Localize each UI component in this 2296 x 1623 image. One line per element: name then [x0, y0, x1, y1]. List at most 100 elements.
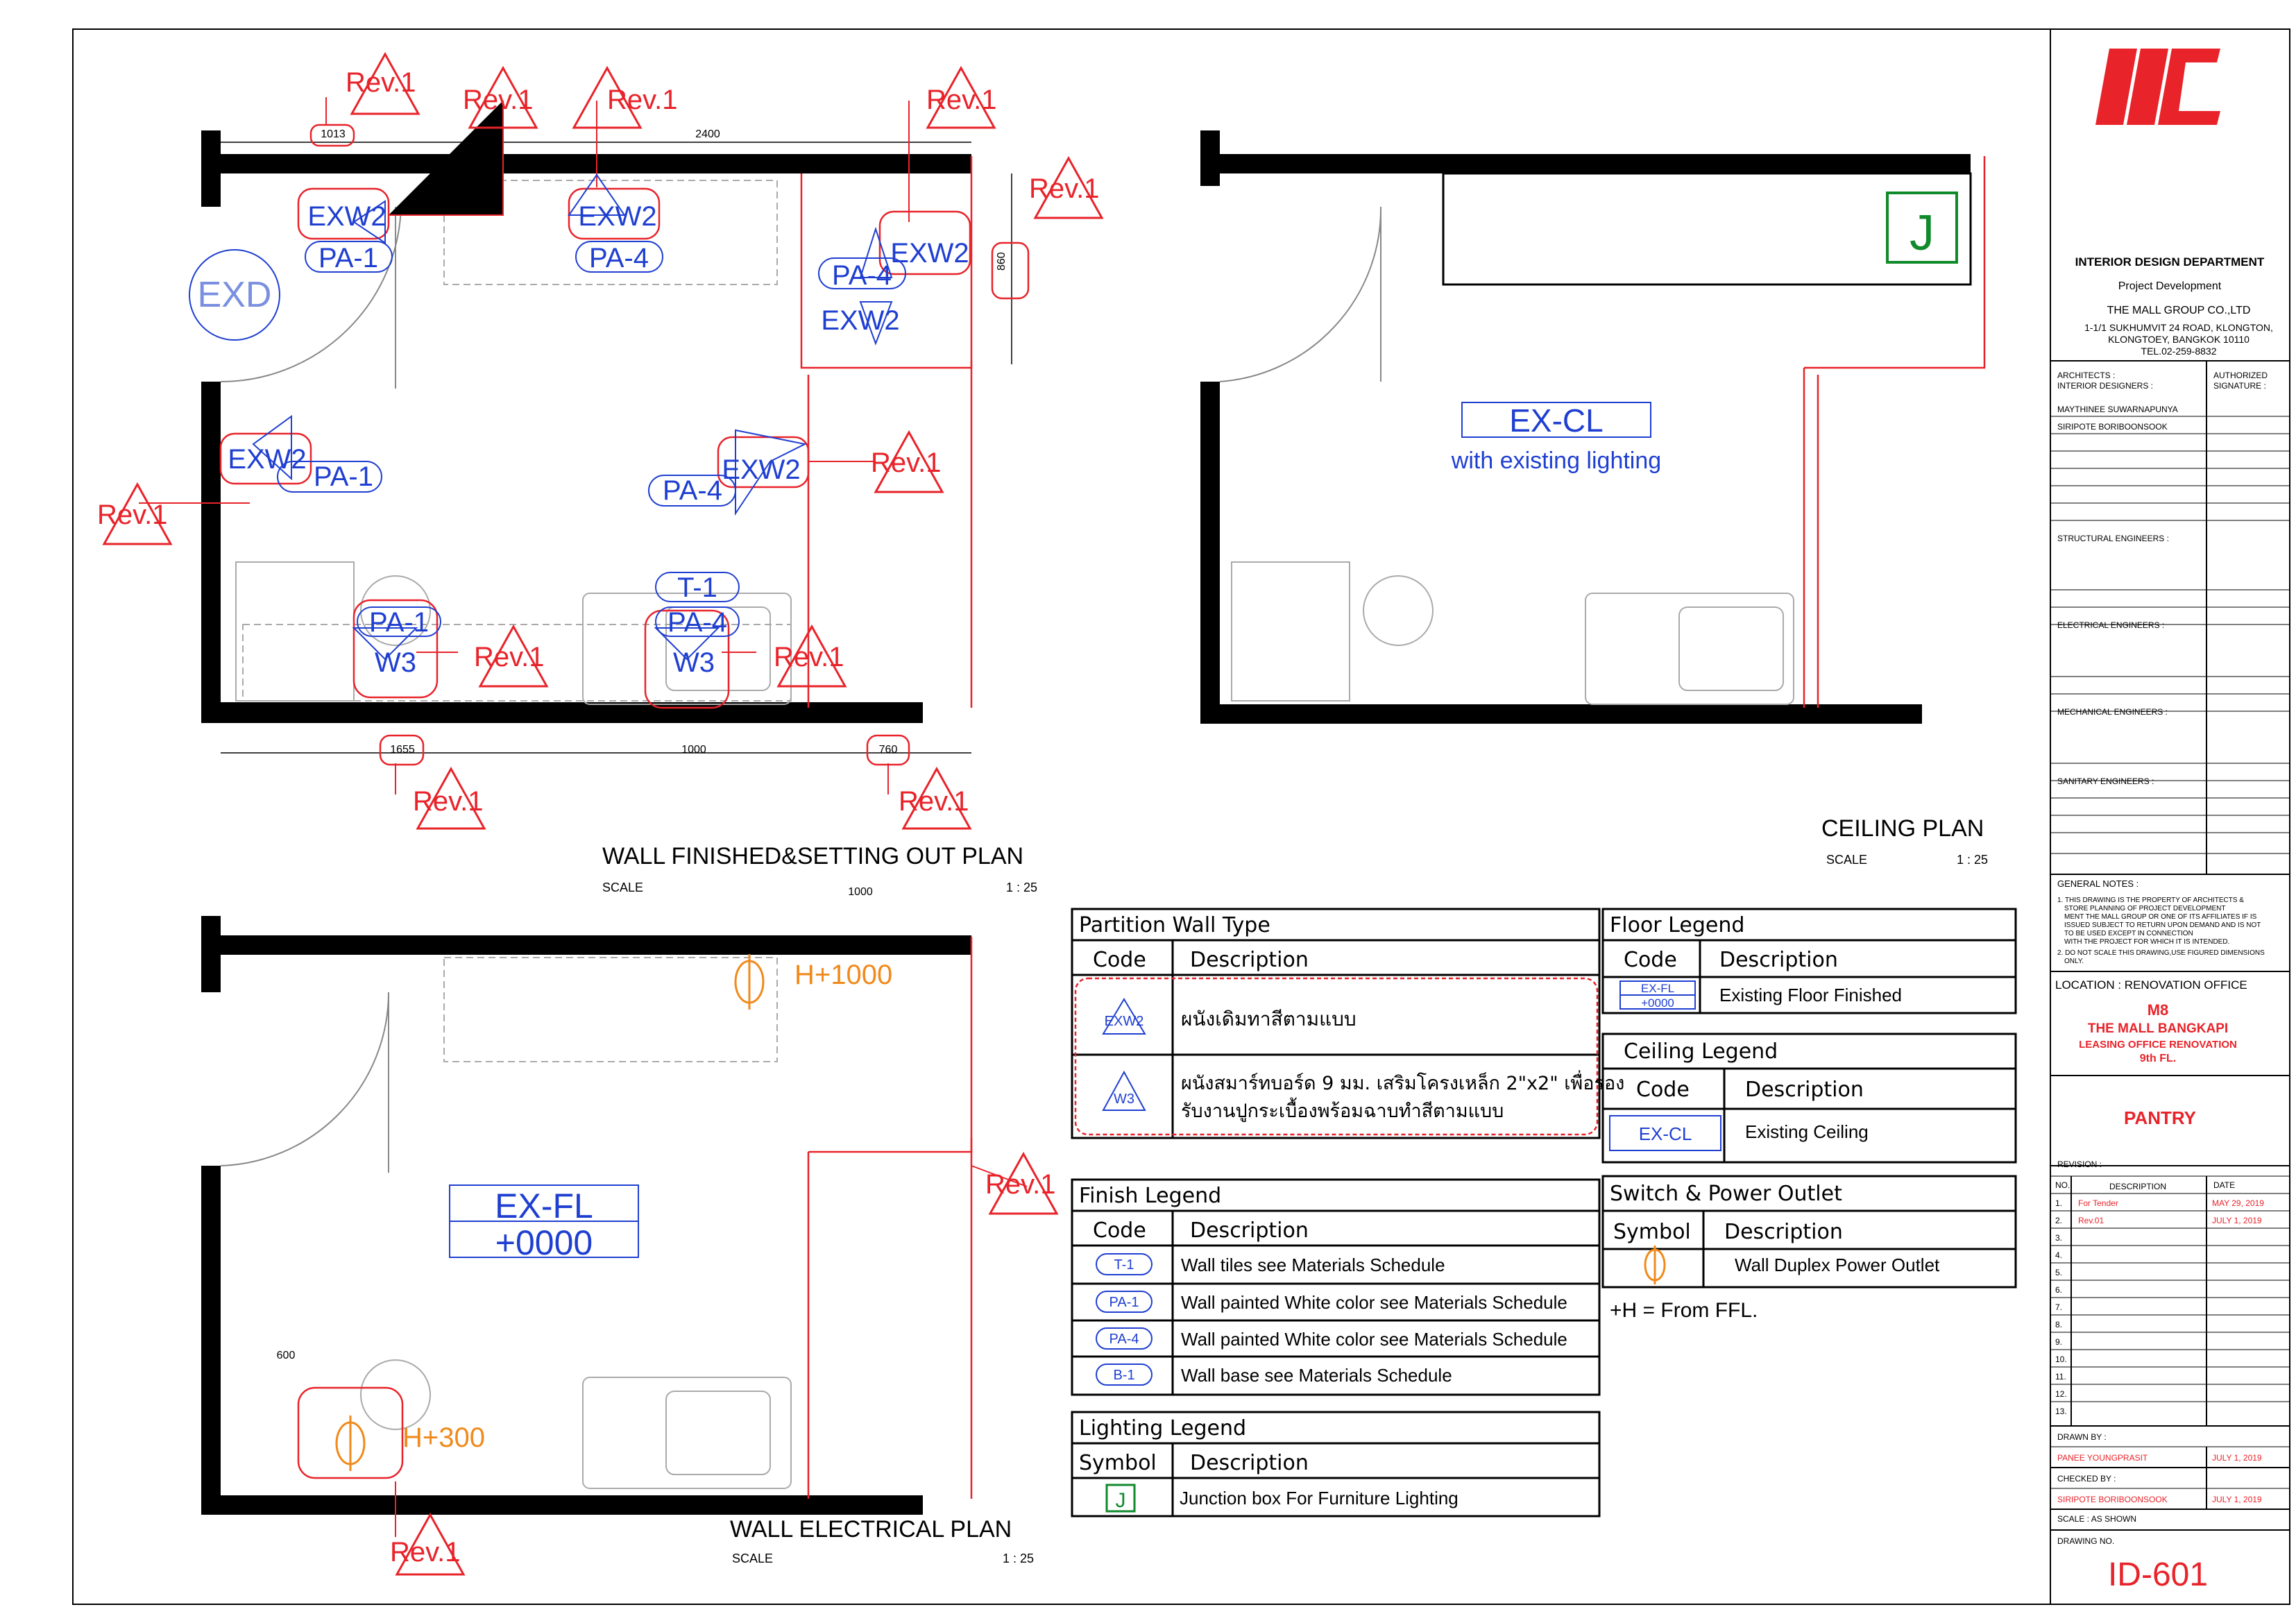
legend-col-desc: Description [1745, 1078, 1864, 1102]
plan-title: WALL ELECTRICAL PLAN [730, 1516, 1012, 1543]
engineer-label: STRUCTURAL ENGINEERS : [2057, 534, 2169, 543]
legend-title: Finish Legend [1079, 1184, 1221, 1208]
finish-code: B-1 [1113, 1368, 1134, 1383]
dimension: 1655 [390, 744, 415, 756]
rev-tag: Rev.1 [97, 500, 168, 530]
revision-label: REVISION : [2057, 1159, 2102, 1169]
legend-col-desc: Description [1190, 1451, 1309, 1475]
legend-col-desc: Description [1724, 1220, 1843, 1244]
rev-tag: Rev.1 [607, 85, 678, 115]
wall-tag-exw2: EXW2 [821, 305, 899, 336]
finish-code: PA-1 [1109, 1295, 1139, 1310]
authorized-label: AUTHORIZED [2213, 371, 2268, 380]
floor-code: EX-FL [1641, 982, 1674, 995]
wall-tag-exw2: EXW2 [228, 444, 306, 475]
rev-no: 12. [2055, 1389, 2067, 1399]
floor-level: +0000 [1641, 996, 1674, 1010]
dimension: 2400 [695, 128, 720, 140]
location-name: 9th FL. [2140, 1053, 2176, 1064]
rev-header-no: NO. [2055, 1180, 2070, 1190]
general-note: 1. THIS DRAWING IS THE PROPERTY OF ARCHI… [2057, 897, 2244, 904]
department-sub: Project Development [2118, 280, 2222, 292]
finish-code: PA-4 [1109, 1332, 1139, 1347]
wall-electrical-plan [201, 916, 1058, 1576]
legend-col-desc: Description [1190, 948, 1309, 972]
scale-value: 1 : 25 [1003, 1552, 1034, 1565]
partition-desc: ผนังเดิมทาสีตามแบบ [1181, 1008, 1357, 1030]
engineer-label: ELECTRICAL ENGINEERS : [2057, 620, 2164, 630]
rev-tag: Rev.1 [985, 1169, 1056, 1200]
legend-title: Partition Wall Type [1079, 913, 1270, 937]
rev-no: 6. [2055, 1285, 2062, 1295]
finish-desc: Wall base see Materials Schedule [1181, 1365, 1452, 1386]
engineer-label: MECHANICAL ENGINEERS : [2057, 707, 2168, 717]
general-notes-label: GENERAL NOTES : [2057, 878, 2138, 889]
department: INTERIOR DESIGN DEPARTMENT [2075, 255, 2265, 269]
floor-desc: Existing Floor Finished [1719, 985, 1902, 1005]
wall-tag-pa4: PA-4 [832, 260, 892, 291]
lighting-desc: Junction box For Furniture Lighting [1180, 1488, 1459, 1509]
rev-header-date: DATE [2213, 1180, 2235, 1190]
general-note: ISSUED SUBJECT TO RETURN UPON DEMAND AND… [2064, 921, 2261, 929]
rev-no: 10. [2055, 1354, 2067, 1364]
rev-tag: Rev.1 [346, 67, 416, 98]
finish-desc: Wall painted White color see Materials S… [1181, 1329, 1567, 1350]
location-name: LEASING OFFICE RENOVATION [2079, 1039, 2237, 1051]
legend-title: Lighting Legend [1079, 1416, 1246, 1441]
switch-note: +H = From FFL. [1610, 1299, 1758, 1322]
legend-col-desc: Description [1719, 948, 1838, 972]
general-note: 2. DO NOT SCALE THIS DRAWING,USE FIGURED… [2057, 949, 2265, 957]
location-label: LOCATION : RENOVATION OFFICE [2055, 978, 2247, 992]
company-address: KLONGTOEY, BANGKOK 10110 [2108, 334, 2250, 345]
company-address: 1-1/1 SUKHUMVIT 24 ROAD, KLONGTON, [2084, 322, 2273, 333]
legend-col-code: Code [1624, 948, 1677, 972]
rev-tag: Rev.1 [871, 448, 942, 478]
checked-label: CHECKED BY : [2057, 1474, 2116, 1484]
company-logo [2095, 49, 2220, 125]
architects-label: ARCHITECTS : [2057, 371, 2115, 380]
checked-date: JULY 1, 2019 [2212, 1495, 2262, 1504]
rev-tag: Rev.1 [413, 786, 484, 817]
rev-no: 7. [2055, 1302, 2062, 1312]
wall-tag-exw2: EXW2 [307, 201, 386, 232]
general-note: MENT THE MALL GROUP OR ONE OF ITS AFFILI… [2064, 913, 2257, 921]
dimension: 600 [277, 1350, 296, 1361]
plan-title: WALL FINISHED&SETTING OUT PLAN [602, 843, 1023, 869]
scale-label: SCALE : AS SHOWN [2057, 1514, 2136, 1524]
wall-tag-exw2: EXW2 [578, 201, 656, 232]
partition-code: W3 [1114, 1091, 1134, 1107]
drawing-no-label: DRAWING NO. [2057, 1536, 2114, 1546]
legend-title: Floor Legend [1610, 913, 1744, 937]
rev-desc: For Tender [2078, 1198, 2118, 1208]
switch-desc: Wall Duplex Power Outlet [1735, 1255, 1940, 1275]
legend-col-symbol: Symbol [1613, 1220, 1691, 1244]
general-note: ONLY. [2064, 958, 2084, 965]
rev-date: MAY 29, 2019 [2212, 1198, 2264, 1208]
wall-tag-exw2: EXW2 [890, 238, 969, 269]
rev-tag: Rev.1 [1029, 173, 1100, 204]
legend-col-code: Code [1093, 948, 1146, 972]
plan-title: CEILING PLAN [1821, 815, 1984, 842]
company-tel: TEL.02-259-8832 [2141, 346, 2217, 357]
location-name: THE MALL BANGKAPI [2088, 1021, 2228, 1036]
junction-box-symbol: J [1910, 205, 1934, 261]
rev-no: 9. [2055, 1337, 2062, 1347]
wall-tag-pa1: PA-1 [318, 243, 378, 273]
wall-tag-t1: T-1 [677, 572, 717, 603]
ceiling-code: EX-CL [1509, 402, 1603, 439]
finish-desc: Wall painted White color see Materials S… [1181, 1292, 1567, 1313]
architects-label: INTERIOR DESIGNERS : [2057, 381, 2153, 391]
rev-tag: Rev.1 [899, 786, 969, 817]
designer-name: MAYTHINEE SUWARNAPUNYA [2057, 405, 2178, 414]
ceiling-note: with existing lighting [1451, 448, 1661, 474]
wall-finished-plan [103, 53, 1103, 830]
rev-no: 5. [2055, 1268, 2062, 1277]
location-name: M8 [2148, 1001, 2169, 1019]
wall-tag-pa1: PA-1 [314, 461, 373, 492]
partition-code: EXW2 [1105, 1014, 1144, 1029]
wall-tag-pa4: PA-4 [667, 607, 727, 638]
dimension: 760 [879, 744, 898, 756]
ceiling-desc: Existing Ceiling [1745, 1121, 1869, 1142]
general-note: TO BE USED EXCEPT IN CONNECTION [2064, 930, 2193, 937]
legend-title: Ceiling Legend [1624, 1039, 1778, 1064]
